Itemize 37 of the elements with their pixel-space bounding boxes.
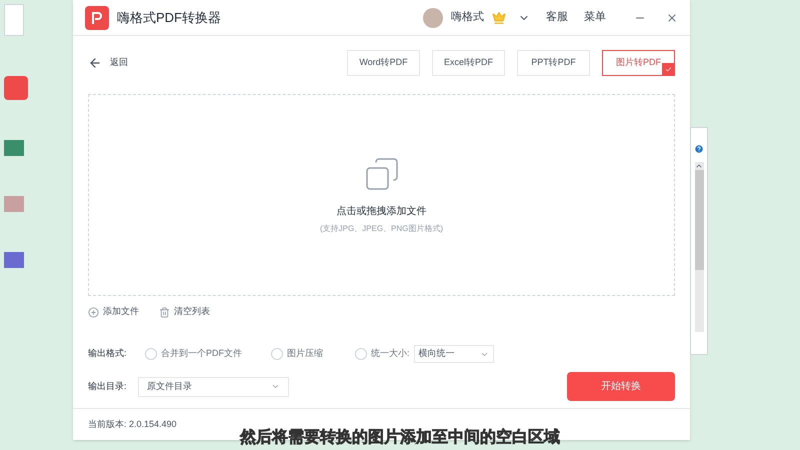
tab[interactable]: Word转PDF (347, 50, 420, 76)
tab[interactable]: PPT转PDF (517, 50, 590, 76)
close-icon[interactable] (666, 12, 678, 24)
selected-check-icon (662, 63, 674, 75)
menu-link[interactable]: 菜单 (584, 9, 606, 26)
scrollbar[interactable] (694, 162, 704, 332)
file-icon[interactable] (4, 4, 24, 36)
plus-circle-icon (88, 306, 99, 318)
help-icon[interactable] (694, 144, 704, 154)
tab[interactable]: Excel转PDF (432, 50, 505, 76)
files-icon (364, 156, 400, 192)
tab[interactable]: 图片转PDF (602, 50, 675, 76)
avatar-icon[interactable] (423, 8, 443, 28)
size-dropdown[interactable]: 横向统一 (414, 345, 494, 363)
radio-option[interactable]: 统一大小: (355, 347, 410, 361)
version-text: 当前版本: 2.0.154.490 (88, 418, 177, 431)
app-logo-icon (85, 6, 109, 30)
directory-dropdown[interactable]: 原文件目录 (138, 376, 289, 396)
clear-list-button[interactable]: 清空列表 (159, 305, 210, 319)
drop-zone-hint: (支持JPG、JPEG、PNG图片格式) (320, 222, 444, 234)
caret-icon (271, 382, 280, 391)
user-name[interactable]: 嗨格式 (451, 9, 484, 26)
video-caption: 然后将需要转换的图片添加至中间的空白区域 (240, 427, 560, 448)
radio-option[interactable]: 合并到一个PDF文件 (145, 347, 271, 361)
back-link[interactable]: 返回 (110, 56, 128, 70)
field-label: 输出格式: (88, 347, 128, 360)
window-title: 嗨格式PDF转换器 (117, 8, 221, 27)
add-file-button[interactable]: 添加文件 (88, 305, 139, 319)
drop-zone-title: 点击或拖拽添加文件 (336, 204, 426, 218)
crown-icon (492, 10, 506, 24)
menu-link[interactable]: 客服 (546, 9, 568, 26)
scroll-up-icon[interactable] (695, 162, 703, 170)
drop-zone[interactable]: 点击或拖拽添加文件 (支持JPG、JPEG、PNG图片格式) (88, 94, 675, 296)
trash-icon (159, 306, 170, 318)
radio-option[interactable]: 图片压缩 (271, 347, 355, 361)
app-icon[interactable] (4, 76, 28, 100)
field-label: 输出目录: (88, 380, 128, 393)
